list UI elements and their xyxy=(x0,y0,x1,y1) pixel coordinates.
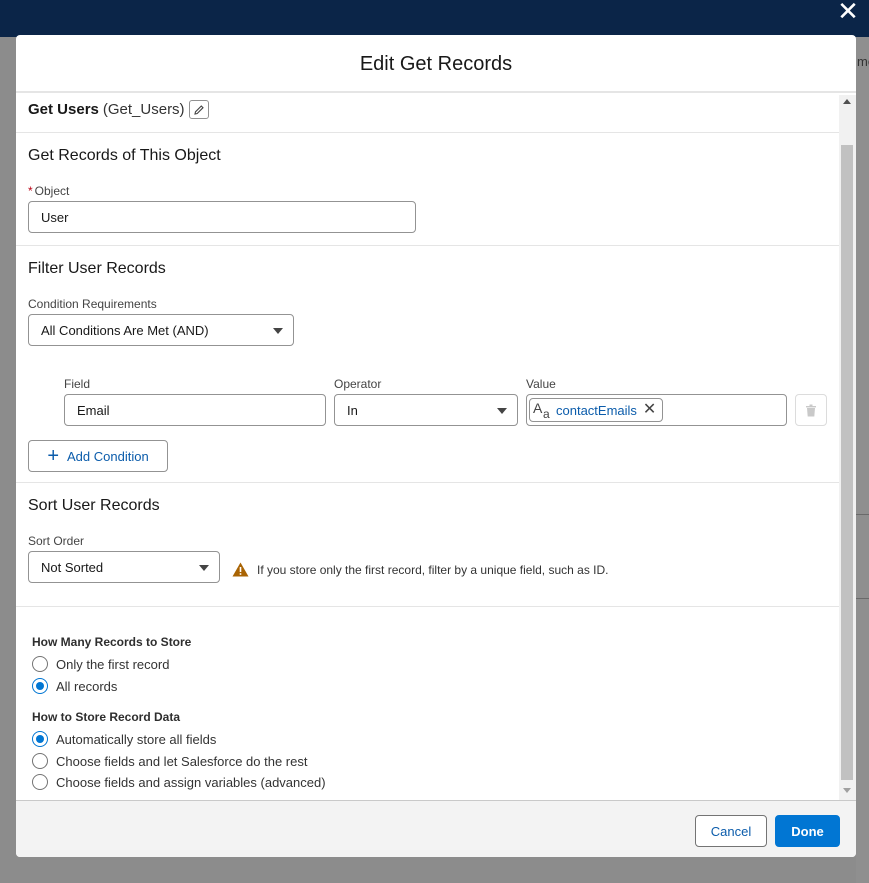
radio-label: Choose fields and assign variables (adva… xyxy=(56,774,326,790)
scrollbar-thumb[interactable] xyxy=(841,145,853,780)
sort-warning-text: If you store only the first record, filt… xyxy=(257,562,609,577)
scroll-down-icon[interactable] xyxy=(843,788,851,793)
modal-footer: Cancel Done xyxy=(16,800,856,857)
condition-value-input[interactable]: A a contactEmails ✕ xyxy=(526,394,787,426)
condition-requirements-value: All Conditions Are Met (AND) xyxy=(41,322,209,338)
radio-label: Choose fields and let Salesforce do the … xyxy=(56,753,308,769)
value-column-label: Value xyxy=(526,377,556,391)
plus-icon: + xyxy=(47,445,59,467)
edit-get-records-modal: Edit Get Records Get Users (Get_Users) G… xyxy=(16,35,856,857)
radio-only-first-record[interactable]: Only the first record xyxy=(32,656,169,672)
background-divider xyxy=(856,598,869,599)
how-many-records-title: How Many Records to Store xyxy=(32,635,192,649)
modal-title: Edit Get Records xyxy=(359,52,513,75)
condition-requirements-select[interactable]: All Conditions Are Met (AND) xyxy=(28,314,294,346)
radio-button xyxy=(32,774,48,790)
caret-down-icon xyxy=(273,328,283,334)
radio-button-selected xyxy=(32,678,48,694)
warning-icon xyxy=(232,562,249,577)
sort-order-select[interactable]: Not Sorted xyxy=(28,551,220,583)
edit-element-button[interactable] xyxy=(188,100,209,119)
sort-order-label: Sort Order xyxy=(28,534,85,548)
field-column-label: Field xyxy=(64,377,91,391)
scrollbar[interactable] xyxy=(839,95,856,800)
delete-condition-button[interactable] xyxy=(795,394,827,426)
sort-warning: If you store only the first record, filt… xyxy=(232,562,609,577)
operator-column-label: Operator xyxy=(334,377,382,391)
svg-text:a: a xyxy=(543,407,550,420)
remove-icon[interactable]: ✕ xyxy=(643,402,656,418)
radio-choose-fields-salesforce[interactable]: Choose fields and let Salesforce do the … xyxy=(32,753,307,769)
object-label: * Object xyxy=(28,184,70,198)
object-input-value: User xyxy=(41,209,69,225)
element-api-name: (Get_Users) xyxy=(102,101,185,118)
modal-header: Edit Get Records xyxy=(16,35,856,93)
edit-pencil-icon xyxy=(193,104,204,115)
section-divider xyxy=(16,132,839,133)
scroll-up-icon[interactable] xyxy=(843,99,851,104)
trash-icon xyxy=(806,404,816,416)
text-resource-icon: A a xyxy=(532,400,554,421)
radio-label: All records xyxy=(56,678,118,694)
radio-button xyxy=(32,753,48,769)
resource-pill: A a contactEmails ✕ xyxy=(529,398,664,422)
add-condition-button[interactable]: + Add Condition xyxy=(28,440,168,472)
element-title: Get Users (Get_Users) xyxy=(28,100,209,119)
object-input[interactable]: User xyxy=(28,201,416,233)
background-partial-text: me xyxy=(857,54,869,69)
radio-choose-fields-advanced[interactable]: Choose fields and assign variables (adva… xyxy=(32,774,326,790)
radio-all-records[interactable]: All records xyxy=(32,678,117,694)
section-divider xyxy=(16,606,839,607)
object-section-title: Get Records of This Object xyxy=(28,147,221,164)
sort-section-title: Sort User Records xyxy=(28,497,160,514)
caret-down-icon xyxy=(199,565,209,571)
caret-down-icon xyxy=(497,408,507,414)
app-header-bar xyxy=(0,0,869,37)
radio-button xyxy=(32,656,48,672)
done-button[interactable]: Done xyxy=(775,815,840,847)
radio-label: Only the first record xyxy=(56,656,170,672)
radio-automatically-store[interactable]: Automatically store all fields xyxy=(32,731,216,747)
section-divider xyxy=(16,245,839,246)
background-page-strip xyxy=(856,37,869,883)
section-divider xyxy=(16,482,839,483)
add-condition-label: Add Condition xyxy=(67,448,149,464)
radio-button-selected xyxy=(32,731,48,747)
background-divider xyxy=(856,514,869,515)
close-icon[interactable]: ✕ xyxy=(834,0,862,24)
how-to-store-title: How to Store Record Data xyxy=(32,710,181,724)
sort-order-value: Not Sorted xyxy=(41,559,104,575)
element-label: Get Users xyxy=(28,101,99,118)
condition-field-input[interactable]: Email xyxy=(64,394,326,426)
svg-text:A: A xyxy=(533,400,543,416)
cancel-button[interactable]: Cancel xyxy=(695,815,767,847)
condition-requirements-label: Condition Requirements xyxy=(28,297,157,311)
condition-operator-select[interactable]: In xyxy=(334,394,518,426)
resource-pill-label: contactEmails xyxy=(556,402,637,418)
required-mark: * xyxy=(28,184,33,198)
filter-section-title: Filter User Records xyxy=(28,260,166,277)
condition-field-value: Email xyxy=(77,402,110,418)
condition-operator-value: In xyxy=(347,402,358,418)
modal-body[interactable]: Get Users (Get_Users) Get Records of Thi… xyxy=(16,95,856,800)
radio-label: Automatically store all fields xyxy=(56,731,217,747)
